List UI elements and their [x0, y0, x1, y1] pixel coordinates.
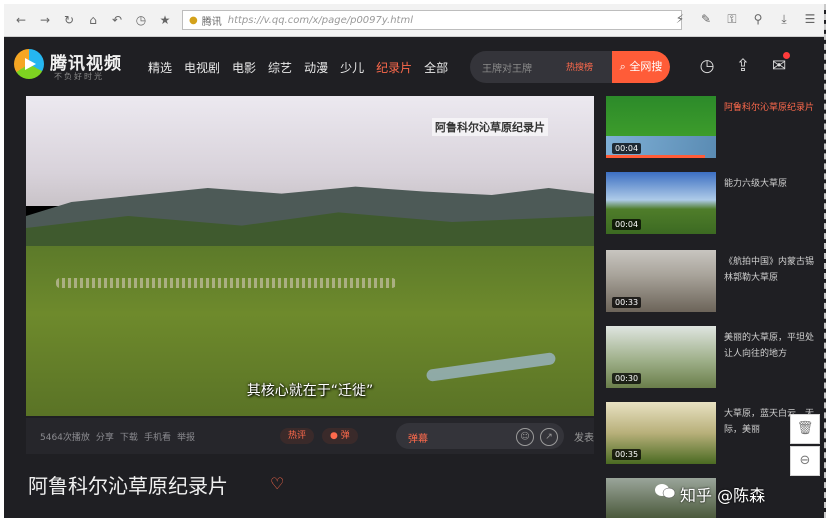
bookmark-star-icon[interactable]: ★: [156, 11, 174, 29]
channel-nav: 精选 电视剧 电影 综艺 动漫 少儿 纪录片 全部: [148, 59, 448, 76]
channel-variety[interactable]: 综艺: [268, 59, 292, 76]
duration-badge: 00:35: [612, 449, 642, 460]
list-item[interactable]: 00:04 能力六级大草原: [606, 172, 820, 236]
channel-anime[interactable]: 动漫: [304, 59, 328, 76]
upload-icon[interactable]: ⇪: [732, 55, 754, 77]
site-header: 腾讯视频 不负好时光 精选 电视剧 电影 综艺 动漫 少儿 纪录片 全部 王牌对…: [4, 37, 824, 89]
extension-icon[interactable]: ⚲: [750, 10, 766, 28]
video-herd: [56, 278, 396, 288]
download-icon[interactable]: ⤓: [776, 10, 792, 28]
channel-all[interactable]: 全部: [424, 59, 448, 76]
rec-title[interactable]: 美丽的大草原，平坦处让人向往的地方: [724, 330, 818, 362]
history-clock-icon[interactable]: ◷: [696, 55, 718, 77]
rec-title[interactable]: 阿鲁科尔沁草原纪录片: [724, 100, 818, 116]
search-icon: ⌕: [619, 60, 630, 73]
back-icon[interactable]: ←: [12, 11, 30, 29]
watch-progress-bar: [606, 155, 705, 158]
settings-icon[interactable]: ↗: [540, 428, 558, 446]
duration-badge: 00:04: [612, 219, 642, 230]
channel-tv[interactable]: 电视剧: [184, 59, 220, 76]
history-icon[interactable]: ◷: [132, 11, 150, 29]
message-icon[interactable]: ✉: [768, 52, 790, 77]
forward-icon[interactable]: →: [36, 11, 54, 29]
search-button[interactable]: ⌕ 全网搜: [612, 51, 670, 83]
thumbnail[interactable]: 00:33: [606, 250, 716, 312]
pen-icon[interactable]: ✎: [698, 10, 714, 28]
secure-icon: ●: [189, 14, 198, 26]
thumbnail[interactable]: 00:30: [606, 326, 716, 388]
minus-circle-icon[interactable]: ⊖: [790, 446, 820, 476]
mobile-watch-button[interactable]: 手机看: [144, 430, 171, 443]
brand-slogan: 不负好时光: [54, 72, 104, 81]
danmu-toggle[interactable]: ● 弹: [322, 428, 358, 444]
hot-comment-button[interactable]: 热评: [280, 428, 315, 444]
page-title: 阿鲁科尔沁草原纪录片: [28, 474, 228, 498]
rec-title[interactable]: 《航拍中国》内蒙古锡林郭勒大草原: [724, 254, 818, 286]
channel-documentary[interactable]: 纪录片: [376, 59, 412, 76]
notification-badge: [783, 52, 790, 59]
search-box: 王牌对王牌 热搜榜 ⌕ 全网搜: [470, 51, 670, 83]
search-input[interactable]: 王牌对王牌: [482, 60, 532, 75]
channel-featured[interactable]: 精选: [148, 59, 172, 76]
trash-icon[interactable]: 🗑: [790, 414, 820, 444]
list-item[interactable]: 00:04 阿鲁科尔沁草原纪录片: [606, 96, 820, 160]
duration-badge: 00:33: [612, 297, 642, 308]
browser-toolbar: ← → ↻ ⌂ ↶ ◷ ★ ● 腾讯 https://v.qq.com/x/pa…: [4, 4, 824, 37]
video-subtitle: 其核心就在于“迁徙”: [246, 383, 374, 399]
video-sky: [26, 96, 594, 206]
browser-window: ← → ↻ ⌂ ↶ ◷ ★ ● 腾讯 https://v.qq.com/x/pa…: [4, 4, 826, 518]
site-label: 腾讯: [201, 16, 222, 28]
hot-search-link[interactable]: 热搜榜: [566, 60, 593, 73]
lightning-icon[interactable]: ⚡: [672, 10, 688, 28]
recommendation-list: 00:04 阿鲁科尔沁草原纪录片 00:04 能力六级大草原 00:33 《航拍…: [606, 96, 820, 518]
video-meta: 5464次播放 分享 下载 手机看 举报: [40, 430, 195, 443]
thumbnail[interactable]: 00:35: [606, 402, 716, 464]
emoji-icon[interactable]: ☺: [516, 428, 534, 446]
address-bar[interactable]: ● 腾讯 https://v.qq.com/x/page/p0097y.html: [182, 10, 682, 30]
list-item[interactable]: 00:33 《航拍中国》内蒙古锡林郭勒大草原: [606, 250, 820, 314]
video-overlay-title: 阿鲁科尔沁草原纪录片: [432, 118, 548, 136]
wechat-icon: [655, 484, 676, 499]
send-danmu-button[interactable]: 发表: [574, 429, 594, 444]
danmu-label: 弹幕: [408, 434, 428, 445]
danmu-input[interactable]: 弹幕 ☺ ↗: [396, 423, 564, 449]
download-button[interactable]: 下载: [120, 430, 138, 443]
video-toolbar: 5464次播放 分享 下载 手机看 举报 热评 ● 弹 弹幕 ☺ ↗ 发表: [26, 418, 594, 454]
danmu-toggle-label: 弹: [340, 431, 350, 441]
undo-icon[interactable]: ↶: [108, 11, 126, 29]
duration-badge: 00:04: [612, 143, 642, 154]
thumbnail[interactable]: 00:04: [606, 96, 716, 158]
tencent-video-logo-icon[interactable]: [14, 49, 44, 79]
danmu-toggle-dot-icon: ●: [330, 431, 341, 441]
search-button-label: 全网搜: [629, 60, 663, 73]
list-item[interactable]: 00:35 大草原，蓝天白云，无际，美丽: [606, 402, 820, 466]
menu-icon[interactable]: ☰: [802, 10, 818, 28]
video-player[interactable]: 阿鲁科尔沁草原纪录片 其核心就在于“迁徙”: [26, 96, 594, 416]
duration-badge: 00:30: [612, 373, 642, 384]
follow-heart-icon[interactable]: ♡: [270, 474, 284, 493]
thumbnail[interactable]: 00:04: [606, 172, 716, 234]
channel-movie[interactable]: 电影: [232, 59, 256, 76]
reload-icon[interactable]: ↻: [60, 11, 78, 29]
url-text[interactable]: https://v.qq.com/x/page/p0097y.html: [228, 15, 413, 26]
rec-title[interactable]: 能力六级大草原: [724, 176, 818, 192]
share-button[interactable]: 分享: [96, 430, 114, 443]
home-icon[interactable]: ⌂: [84, 11, 102, 29]
channel-kids[interactable]: 少儿: [340, 59, 364, 76]
play-count: 5464次播放: [40, 433, 90, 443]
key-icon[interactable]: ⚿: [724, 10, 740, 28]
watermark-text: 知乎 @陈森: [680, 486, 766, 505]
list-item[interactable]: 00:30 美丽的大草原，平坦处让人向往的地方: [606, 326, 820, 390]
report-button[interactable]: 举报: [177, 430, 195, 443]
